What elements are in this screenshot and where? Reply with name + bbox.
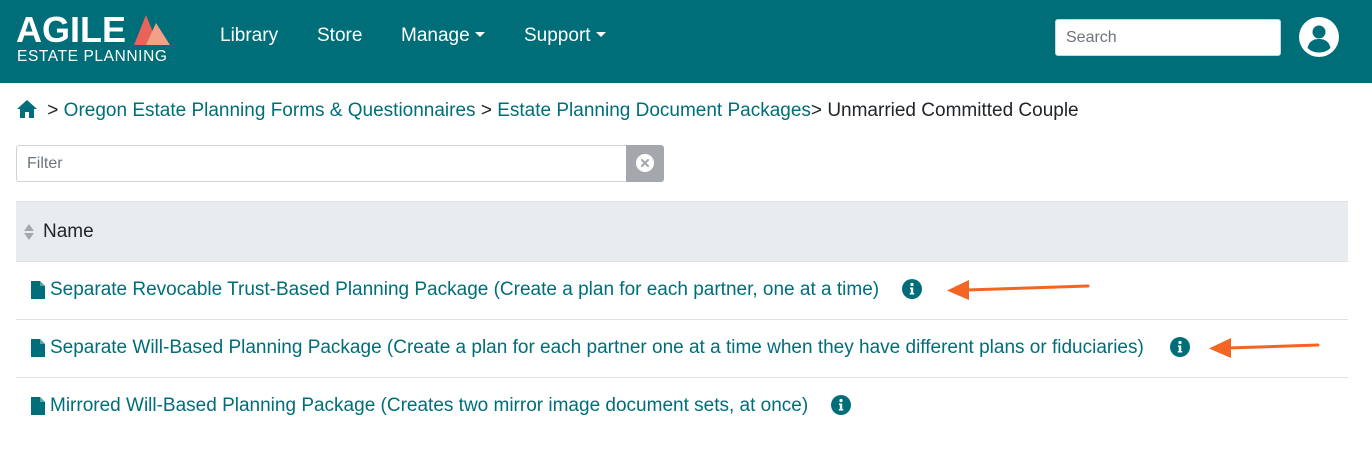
home-icon[interactable] bbox=[16, 99, 38, 119]
info-icon[interactable] bbox=[831, 395, 851, 415]
column-header-name[interactable]: Name bbox=[43, 221, 94, 243]
breadcrumb-document-packages[interactable]: Estate Planning Document Packages bbox=[497, 100, 811, 121]
nav-support-dropdown[interactable]: Support bbox=[524, 25, 606, 47]
table-row: Separate Revocable Trust-Based Planning … bbox=[16, 262, 1348, 320]
breadcrumb-separator: > bbox=[47, 100, 59, 121]
logo-mountain-icon bbox=[134, 15, 170, 45]
top-navbar: AGILE ESTATE PLANNING Library Store Mana… bbox=[0, 0, 1372, 83]
clear-circle-icon bbox=[636, 154, 654, 172]
chevron-down-icon bbox=[474, 31, 485, 37]
table-row: Mirrored Will-Based Planning Package (Cr… bbox=[16, 378, 1348, 436]
nav-store[interactable]: Store bbox=[317, 25, 362, 47]
nav-support-label: Support bbox=[524, 25, 591, 46]
agile-estate-planning-logo[interactable]: AGILE ESTATE PLANNING bbox=[16, 12, 176, 68]
sort-icon[interactable] bbox=[23, 223, 35, 241]
nav-manage-dropdown[interactable]: Manage bbox=[401, 25, 485, 47]
nav-manage-label: Manage bbox=[401, 25, 470, 46]
breadcrumb: > Oregon Estate Planning Forms & Questio… bbox=[16, 99, 1079, 123]
breadcrumb-oregon-forms[interactable]: Oregon Estate Planning Forms & Questionn… bbox=[64, 100, 476, 121]
annotation-arrow-icon bbox=[1209, 338, 1320, 358]
breadcrumb-separator: > bbox=[480, 100, 492, 121]
filter-input[interactable] bbox=[16, 145, 627, 182]
document-icon bbox=[31, 339, 45, 357]
info-icon[interactable] bbox=[902, 279, 922, 299]
info-icon[interactable] bbox=[1170, 337, 1190, 357]
nav-library[interactable]: Library bbox=[220, 25, 278, 47]
filter-clear-button[interactable] bbox=[626, 145, 664, 182]
user-avatar-icon[interactable] bbox=[1299, 17, 1339, 57]
document-icon bbox=[31, 397, 45, 415]
breadcrumb-current: Unmarried Committed Couple bbox=[827, 100, 1079, 121]
table-header: Name bbox=[16, 201, 1348, 262]
document-icon bbox=[31, 281, 45, 299]
logo-text: AGILE bbox=[16, 9, 127, 50]
package-link-separate-will[interactable]: Separate Will-Based Planning Package (Cr… bbox=[50, 337, 1144, 359]
table-row: Separate Will-Based Planning Package (Cr… bbox=[16, 320, 1348, 378]
logo-subtext: ESTATE PLANNING bbox=[17, 48, 168, 65]
package-link-revocable-trust[interactable]: Separate Revocable Trust-Based Planning … bbox=[50, 279, 879, 301]
chevron-down-icon bbox=[595, 31, 606, 37]
breadcrumb-separator: > bbox=[810, 100, 823, 121]
package-link-mirrored-will[interactable]: Mirrored Will-Based Planning Package (Cr… bbox=[50, 395, 808, 417]
search-input[interactable] bbox=[1055, 19, 1281, 56]
filter-group bbox=[16, 145, 664, 182]
annotation-arrow-icon bbox=[947, 280, 1090, 300]
package-table: Name Separate Revocable Trust-Based Plan… bbox=[16, 201, 1348, 436]
